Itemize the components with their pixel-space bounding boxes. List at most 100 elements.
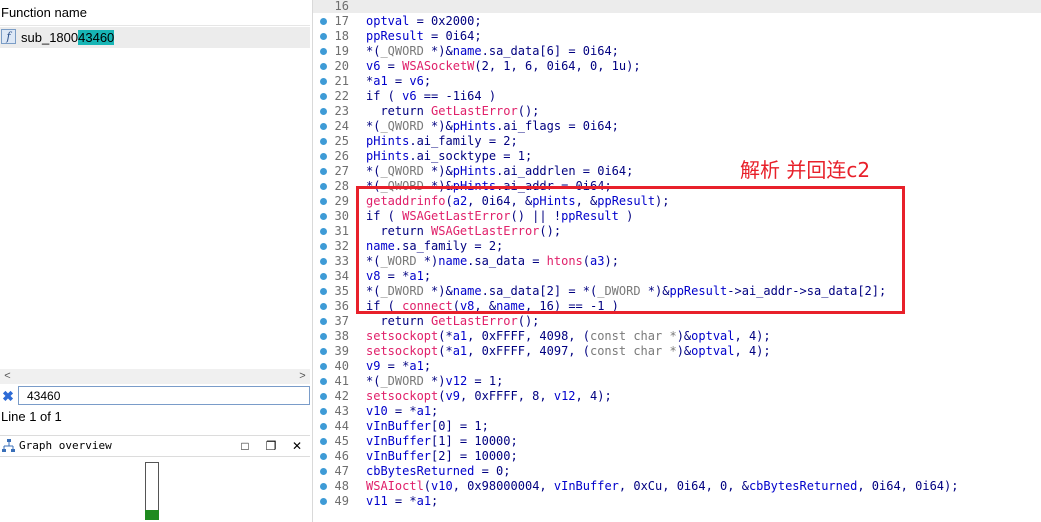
breakpoint-dot-icon[interactable]: [320, 228, 327, 235]
breakpoint-dot-icon[interactable]: [320, 378, 327, 385]
identifier-token[interactable]: v9: [366, 359, 380, 373]
breakpoint-dot-icon[interactable]: [320, 168, 327, 175]
code-line[interactable]: 41 *(_DWORD *)v12 = 1;: [313, 374, 1041, 389]
code-text[interactable]: getaddrinfo(a2, 0i64, &pHints, &ppResult…: [366, 194, 670, 209]
scroll-right-arrow-icon[interactable]: >: [296, 369, 309, 384]
code-text[interactable]: setsockopt(*a1, 0xFFFF, 4097, (const cha…: [366, 344, 771, 359]
restore-icon[interactable]: ❐: [264, 439, 278, 453]
horizontal-scrollbar[interactable]: < >: [0, 369, 310, 384]
code-text[interactable]: v10 = *a1;: [366, 404, 438, 419]
type-token[interactable]: _QWORD: [380, 179, 423, 193]
identifier-token[interactable]: vInBuffer: [366, 434, 431, 448]
identifier-token[interactable]: v11: [366, 494, 388, 508]
breakpoint-dot-icon[interactable]: [320, 498, 327, 505]
code-text[interactable]: if ( WSAGetLastError() || !ppResult ): [366, 209, 633, 224]
code-text[interactable]: optval = 0x2000;: [366, 14, 482, 29]
code-line[interactable]: 36 if ( connect(v8, &name, 16) == -1 ): [313, 299, 1041, 314]
code-line[interactable]: 23 return GetLastError();: [313, 104, 1041, 119]
breakpoint-dot-icon[interactable]: [320, 153, 327, 160]
identifier-token[interactable]: vInBuffer: [554, 479, 619, 493]
code-text[interactable]: name.sa_family = 2;: [366, 239, 503, 254]
breakpoint-dot-icon[interactable]: [320, 138, 327, 145]
identifier-token[interactable]: pHints: [366, 149, 409, 163]
identifier-token[interactable]: v6: [402, 89, 416, 103]
code-line[interactable]: 42 setsockopt(v9, 0xFFFF, 8, v12, 4);: [313, 389, 1041, 404]
code-line[interactable]: 25 pHints.ai_family = 2;: [313, 134, 1041, 149]
identifier-token[interactable]: v6: [409, 74, 423, 88]
identifier-token[interactable]: a3: [590, 254, 604, 268]
breakpoint-dot-icon[interactable]: [320, 123, 327, 130]
type-token[interactable]: _DWORD: [380, 374, 423, 388]
identifier-token[interactable]: v12: [554, 389, 576, 403]
code-text[interactable]: v8 = *a1;: [366, 269, 431, 284]
type-token[interactable]: _DWORD: [597, 284, 640, 298]
scroll-left-arrow-icon[interactable]: <: [1, 369, 14, 384]
code-line[interactable]: 47 cbBytesReturned = 0;: [313, 464, 1041, 479]
code-text[interactable]: *(_WORD *)name.sa_data = htons(a3);: [366, 254, 619, 269]
breakpoint-dot-icon[interactable]: [320, 63, 327, 70]
code-line[interactable]: 48 WSAIoctl(v10, 0x98000004, vInBuffer, 0…: [313, 479, 1041, 494]
function-call-token[interactable]: GetLastError: [431, 104, 518, 118]
function-call-token[interactable]: setsockopt: [366, 389, 438, 403]
function-call-token[interactable]: WSAGetLastError: [402, 209, 510, 223]
code-text[interactable]: vInBuffer[2] = 10000;: [366, 449, 518, 464]
code-line[interactable]: 46 vInBuffer[2] = 10000;: [313, 449, 1041, 464]
identifier-token[interactable]: name: [453, 44, 482, 58]
code-text[interactable]: if ( v6 == -1i64 ): [366, 89, 496, 104]
function-call-token[interactable]: WSAIoctl: [366, 479, 424, 493]
code-line[interactable]: 21 *a1 = v6;: [313, 74, 1041, 89]
code-line[interactable]: 27 *(_QWORD *)&pHints.ai_addrlen = 0i64;: [313, 164, 1041, 179]
identifier-token[interactable]: pHints: [366, 134, 409, 148]
breakpoint-dot-icon[interactable]: [320, 198, 327, 205]
breakpoint-dot-icon[interactable]: [320, 78, 327, 85]
breakpoint-dot-icon[interactable]: [320, 288, 327, 295]
close-icon[interactable]: ✕: [290, 439, 304, 453]
breakpoint-dot-icon[interactable]: [320, 48, 327, 55]
breakpoint-dot-icon[interactable]: [320, 408, 327, 415]
code-line[interactable]: 31 return WSAGetLastError();: [313, 224, 1041, 239]
identifier-token[interactable]: v8: [366, 269, 380, 283]
function-call-token[interactable]: connect: [402, 299, 453, 313]
function-call-token[interactable]: WSAGetLastError: [431, 224, 539, 238]
identifier-token[interactable]: v10: [366, 404, 388, 418]
code-text[interactable]: v6 = WSASocketW(2, 1, 6, 0i64, 0, 1u);: [366, 59, 641, 74]
identifier-token[interactable]: ppResult: [366, 29, 424, 43]
code-text[interactable]: v9 = *a1;: [366, 359, 431, 374]
identifier-token[interactable]: name: [366, 239, 395, 253]
code-line[interactable]: 37 return GetLastError();: [313, 314, 1041, 329]
breakpoint-dot-icon[interactable]: [320, 243, 327, 250]
identifier-token[interactable]: v12: [446, 374, 468, 388]
function-call-token[interactable]: htons: [547, 254, 583, 268]
code-text[interactable]: ppResult = 0i64;: [366, 29, 482, 44]
identifier-token[interactable]: a1: [409, 269, 423, 283]
code-text[interactable]: *(_DWORD *)v12 = 1;: [366, 374, 503, 389]
code-text[interactable]: vInBuffer[0] = 1;: [366, 419, 489, 434]
identifier-token[interactable]: cbBytesReturned: [366, 464, 474, 478]
code-line[interactable]: 35 *(_DWORD *)&name.sa_data[2] = *(_DWORD…: [313, 284, 1041, 299]
identifier-token[interactable]: ppResult: [669, 284, 727, 298]
breakpoint-dot-icon[interactable]: [320, 108, 327, 115]
code-line[interactable]: 20 v6 = WSASocketW(2, 1, 6, 0i64, 0, 1u);: [313, 59, 1041, 74]
code-line[interactable]: 16: [313, 0, 1041, 14]
breakpoint-dot-icon[interactable]: [320, 363, 327, 370]
identifier-token[interactable]: name: [453, 284, 482, 298]
breakpoint-dot-icon[interactable]: [320, 213, 327, 220]
identifier-token[interactable]: ppResult: [597, 194, 655, 208]
identifier-token[interactable]: a1: [417, 494, 431, 508]
breakpoint-dot-icon[interactable]: [320, 318, 327, 325]
type-token[interactable]: _QWORD: [380, 164, 423, 178]
code-line[interactable]: 24 *(_QWORD *)&pHints.ai_flags = 0i64;: [313, 119, 1041, 134]
identifier-token[interactable]: name: [438, 254, 467, 268]
code-line[interactable]: 30 if ( WSAGetLastError() || !ppResult ): [313, 209, 1041, 224]
identifier-token[interactable]: pHints: [453, 179, 496, 193]
identifier-token[interactable]: v6: [366, 59, 380, 73]
breakpoint-dot-icon[interactable]: [320, 273, 327, 280]
type-token[interactable]: _WORD: [380, 254, 416, 268]
function-call-token[interactable]: getaddrinfo: [366, 194, 445, 208]
code-text[interactable]: return GetLastError();: [366, 314, 539, 329]
function-call-token[interactable]: setsockopt: [366, 344, 438, 358]
identifier-token[interactable]: v10: [431, 479, 453, 493]
function-call-token[interactable]: GetLastError: [431, 314, 518, 328]
breakpoint-dot-icon[interactable]: [320, 333, 327, 340]
breakpoint-dot-icon[interactable]: [320, 438, 327, 445]
